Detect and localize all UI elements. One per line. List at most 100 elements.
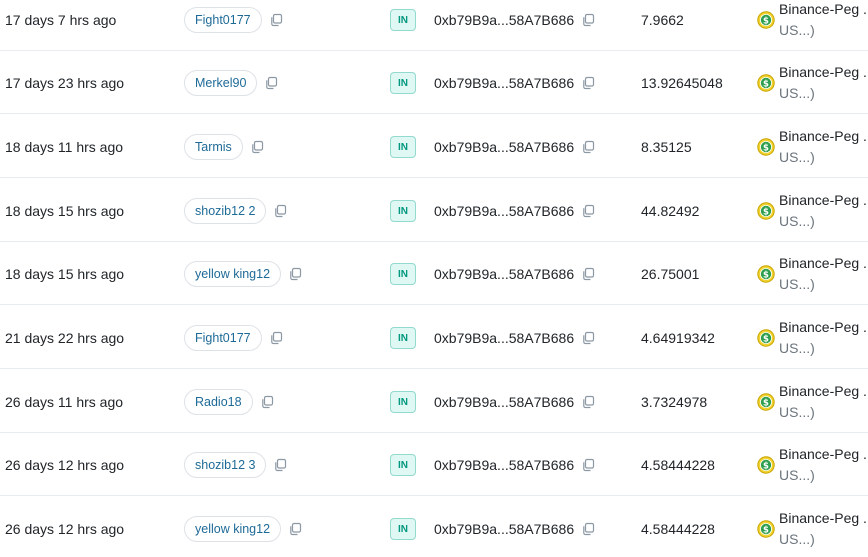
copy-icon[interactable]: [581, 458, 595, 472]
copy-icon[interactable]: [273, 204, 287, 218]
copy-icon[interactable]: [269, 13, 283, 27]
token-cell[interactable]: $ Binance-Peg . US...): [757, 51, 867, 114]
token-name[interactable]: Binance-Peg .: [779, 190, 867, 211]
token-name-block[interactable]: Binance-Peg . US...): [779, 317, 867, 359]
token-symbol[interactable]: US...): [779, 211, 867, 232]
to-address-link[interactable]: 0xb79B9a...58A7B686: [434, 521, 574, 537]
token-name-block[interactable]: Binance-Peg . US...): [779, 0, 867, 41]
token-name[interactable]: Binance-Peg .: [779, 62, 867, 83]
token-name-block[interactable]: Binance-Peg . US...): [779, 508, 867, 550]
copy-icon[interactable]: [260, 395, 274, 409]
to-address-link[interactable]: 0xb79B9a...58A7B686: [434, 266, 574, 282]
token-name[interactable]: Binance-Peg .: [779, 317, 867, 338]
copy-icon[interactable]: [250, 140, 264, 154]
svg-text:$: $: [763, 525, 769, 535]
token-cell[interactable]: $ Binance-Peg . US...): [757, 306, 867, 369]
token-name[interactable]: Binance-Peg .: [779, 0, 867, 20]
from-address-link[interactable]: Merkel90: [184, 69, 258, 96]
token-name[interactable]: Binance-Peg .: [779, 444, 867, 465]
in-badge: IN: [390, 8, 416, 31]
from-address-link[interactable]: Tarmis: [184, 133, 243, 160]
to-address-link[interactable]: 0xb79B9a...58A7B686: [434, 394, 574, 410]
amount-text: 4.58444228: [641, 520, 715, 537]
direction-cell: IN: [390, 51, 416, 114]
from-cell: yellow king12: [184, 497, 302, 557]
token-cell[interactable]: $ Binance-Peg . US...): [757, 179, 867, 242]
direction-cell: IN: [390, 115, 416, 178]
age-cell: 21 days 22 hrs ago: [5, 306, 124, 369]
token-name-block[interactable]: Binance-Peg . US...): [779, 62, 867, 104]
token-symbol[interactable]: US...): [779, 529, 867, 550]
table-row: 26 days 12 hrs ago shozib12 3 IN 0xb79B9…: [0, 433, 868, 496]
copy-icon[interactable]: [288, 267, 302, 281]
from-address-link[interactable]: yellow king12: [184, 260, 282, 287]
to-address-link[interactable]: 0xb79B9a...58A7B686: [434, 139, 574, 155]
token-symbol[interactable]: US...): [779, 147, 867, 168]
token-symbol[interactable]: US...): [779, 338, 867, 359]
svg-text:$: $: [763, 143, 769, 153]
usd-coin-icon: $: [757, 328, 775, 347]
to-cell: 0xb79B9a...58A7B686: [434, 51, 595, 114]
in-badge: IN: [390, 262, 416, 285]
copy-icon[interactable]: [264, 76, 278, 90]
copy-icon[interactable]: [581, 76, 595, 90]
token-name-block[interactable]: Binance-Peg . US...): [779, 190, 867, 232]
copy-icon[interactable]: [581, 331, 595, 345]
copy-icon[interactable]: [581, 204, 595, 218]
copy-icon[interactable]: [273, 458, 287, 472]
to-address-link[interactable]: 0xb79B9a...58A7B686: [434, 12, 574, 28]
token-name[interactable]: Binance-Peg .: [779, 381, 867, 402]
token-cell[interactable]: $ Binance-Peg . US...): [757, 433, 867, 496]
token-name-block[interactable]: Binance-Peg . US...): [779, 253, 867, 295]
from-address-link[interactable]: shozib12 2: [184, 197, 267, 224]
token-symbol[interactable]: US...): [779, 274, 867, 295]
to-address-link[interactable]: 0xb79B9a...58A7B686: [434, 203, 574, 219]
usd-coin-icon: $: [757, 10, 775, 29]
to-address-link[interactable]: 0xb79B9a...58A7B686: [434, 457, 574, 473]
copy-icon[interactable]: [581, 13, 595, 27]
in-badge: IN: [390, 199, 416, 222]
copy-icon[interactable]: [581, 140, 595, 154]
to-cell: 0xb79B9a...58A7B686: [434, 242, 595, 305]
in-badge: IN: [390, 453, 416, 476]
copy-icon[interactable]: [269, 331, 283, 345]
from-address-link[interactable]: shozib12 3: [184, 451, 267, 478]
from-cell: Fight0177: [184, 0, 283, 51]
from-address-link[interactable]: Fight0177: [184, 6, 262, 33]
from-address-link[interactable]: yellow king12: [184, 515, 282, 542]
from-address-link[interactable]: Radio18: [184, 388, 253, 415]
value-cell: 4.64919342: [641, 306, 715, 369]
token-name-block[interactable]: Binance-Peg . US...): [779, 126, 867, 168]
age-text: 17 days 23 hrs ago: [5, 74, 125, 91]
token-cell[interactable]: $ Binance-Peg . US...): [757, 370, 867, 433]
token-cell[interactable]: $ Binance-Peg . US...): [757, 242, 867, 305]
token-cell[interactable]: $ Binance-Peg . US...): [757, 0, 867, 51]
copy-icon[interactable]: [581, 522, 595, 536]
token-cell[interactable]: $ Binance-Peg . US...): [757, 115, 867, 178]
token-name[interactable]: Binance-Peg .: [779, 253, 867, 274]
usd-coin-icon: $: [757, 455, 775, 474]
to-address-link[interactable]: 0xb79B9a...58A7B686: [434, 330, 574, 346]
token-symbol[interactable]: US...): [779, 402, 867, 423]
token-name-block[interactable]: Binance-Peg . US...): [779, 444, 867, 486]
token-name[interactable]: Binance-Peg .: [779, 126, 867, 147]
token-name[interactable]: Binance-Peg .: [779, 508, 867, 529]
from-cell: shozib12 3: [184, 433, 287, 496]
table-row: 21 days 22 hrs ago Fight0177 IN 0xb79B9a…: [0, 306, 868, 369]
copy-icon[interactable]: [581, 395, 595, 409]
token-cell[interactable]: $ Binance-Peg . US...): [757, 497, 867, 557]
usd-coin-icon: $: [757, 137, 775, 156]
copy-icon[interactable]: [288, 522, 302, 536]
table-row: 18 days 15 hrs ago shozib12 2 IN 0xb79B9…: [0, 179, 868, 242]
in-badge: IN: [390, 326, 416, 349]
token-symbol[interactable]: US...): [779, 83, 867, 104]
token-symbol[interactable]: US...): [779, 465, 867, 486]
svg-text:$: $: [763, 207, 769, 217]
to-cell: 0xb79B9a...58A7B686: [434, 115, 595, 178]
token-name-block[interactable]: Binance-Peg . US...): [779, 381, 867, 423]
token-symbol[interactable]: US...): [779, 20, 867, 41]
copy-icon[interactable]: [581, 267, 595, 281]
to-address-link[interactable]: 0xb79B9a...58A7B686: [434, 75, 574, 91]
from-address-link[interactable]: Fight0177: [184, 324, 262, 351]
to-cell: 0xb79B9a...58A7B686: [434, 179, 595, 242]
